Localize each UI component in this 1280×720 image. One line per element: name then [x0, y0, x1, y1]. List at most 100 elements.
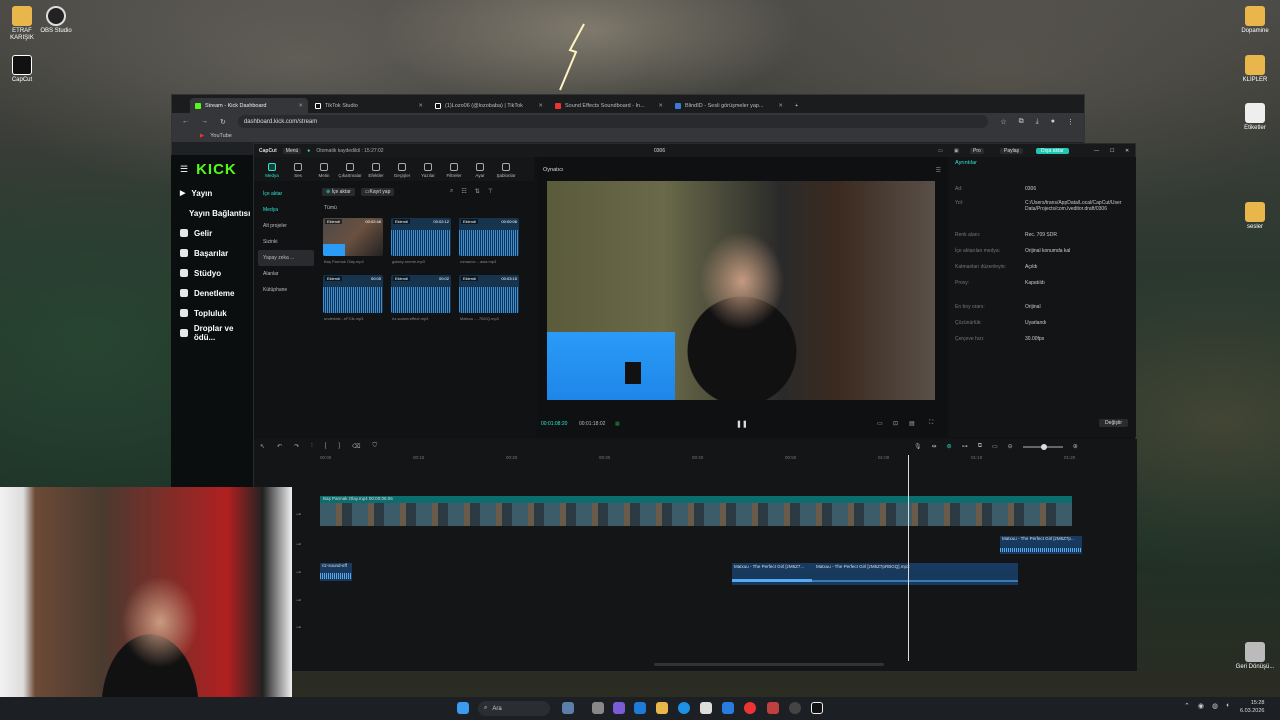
clock[interactable]: 15:28 6.03.2026 [1240, 700, 1264, 715]
pro-badge[interactable]: Pro [970, 147, 984, 154]
close-icon[interactable]: ✕ [298, 103, 303, 109]
share-button[interactable]: Paylaş [1000, 147, 1024, 154]
media-nav-ai[interactable]: Yapay zeka ... [258, 250, 314, 266]
calculator-icon[interactable] [700, 702, 712, 714]
desktop-icon-recycle-bin[interactable]: Geri Dönüşü... [1233, 642, 1277, 671]
mic-icon[interactable]: ◉ [1198, 702, 1204, 710]
kick-nav-droplar[interactable]: Droplar ve ödü... [171, 323, 256, 343]
tool-gecisler[interactable]: Geçişler [390, 163, 414, 181]
menu-button[interactable]: Menü [282, 147, 302, 154]
timecode-mode-icon[interactable]: ▦ [615, 421, 620, 427]
obs-icon[interactable] [789, 702, 801, 714]
kick-nav-basarilar[interactable]: Başarılar [171, 243, 256, 263]
close-icon[interactable]: ✕ [658, 103, 663, 109]
kick-nav-gelir[interactable]: Gelir [171, 223, 256, 243]
desktop-icon-sesler[interactable]: sesler [1233, 202, 1277, 231]
maximize-icon[interactable]: ☐ [1110, 148, 1114, 154]
pause-icon[interactable]: ❚❚ [736, 420, 748, 428]
star-icon[interactable]: ☆ [1000, 118, 1006, 126]
link-icon[interactable]: ⇹ [932, 443, 937, 450]
audio-clip-3[interactable]: Matxuu - The Perfect Girl [zM5Z7pRBGQ].m… [812, 563, 1018, 585]
capcut-taskbar-icon[interactable] [811, 702, 823, 714]
zoom-in-icon[interactable]: ⊕ [1073, 443, 1078, 450]
import-button[interactable]: ⊕ İçe aktar [322, 188, 355, 196]
bookmark-youtube[interactable]: YouTube [210, 133, 232, 139]
mic-icon[interactable]: 🎙 [914, 443, 922, 450]
task-view-icon[interactable] [592, 702, 604, 714]
sort-icon[interactable]: ⇅ [475, 188, 480, 195]
zoom-out-icon[interactable]: ⊖ [1008, 443, 1013, 450]
layout-icon[interactable]: ▭ [938, 148, 943, 154]
network-icon[interactable]: ◍ [1212, 702, 1218, 710]
tab-tiktok-profile[interactable]: (1)Lozo06 (@lozobaba) | TikTok ✕ [430, 98, 548, 113]
media-thumb-3[interactable]: Eklendi 00:00:06 [459, 218, 519, 256]
audio-clip-1[interactable]: riz-sound-eff [320, 563, 352, 581]
media-nav-spaces[interactable]: Alanlar [258, 266, 314, 282]
record-button[interactable]: ▭Kayıt yap [360, 188, 395, 196]
tool-sablonlar[interactable]: Şablonlar [494, 163, 518, 181]
kick-logo[interactable]: KICK [196, 161, 237, 178]
quality-icon[interactable]: ▤ [909, 420, 915, 427]
media-nav-yours[interactable]: Sizinki [258, 234, 314, 250]
minimize-icon[interactable]: — [1094, 148, 1099, 154]
chevron-up-icon[interactable]: ⌃ [1184, 702, 1190, 710]
media-nav-library[interactable]: Kütüphane [258, 282, 314, 298]
edge-icon[interactable] [678, 702, 690, 714]
tab-soundboard[interactable]: Sound Effects Soundboard - In... ✕ [550, 98, 668, 113]
fullscreen-icon[interactable]: ⛶ [929, 420, 933, 427]
tool-filtreler[interactable]: Filtreler [442, 163, 466, 181]
zoom-icon[interactable]: ⊡ [893, 420, 898, 427]
close-icon[interactable]: ✕ [778, 103, 783, 109]
tool-efektler[interactable]: Efektler [364, 163, 388, 181]
magnet-icon[interactable]: ⊜ [947, 443, 952, 450]
undo-icon[interactable]: ↶ [277, 443, 282, 450]
audio-track-1-icon[interactable]: ⊸ [296, 541, 301, 548]
redo-icon[interactable]: ↷ [294, 443, 299, 450]
media-nav-subprojects[interactable]: Alt projeler [258, 218, 314, 234]
kick-nav-yayin[interactable]: ▶ Yayın [171, 183, 256, 203]
chrome-icon[interactable] [744, 702, 756, 714]
explorer-icon[interactable] [656, 702, 668, 714]
filter-icon[interactable]: ⊤ [488, 188, 493, 195]
volume-icon[interactable]: ◐ [1226, 702, 1230, 710]
split-icon[interactable]: ⫶ [311, 443, 313, 450]
fit-icon[interactable]: ▭ [992, 443, 998, 450]
search-icon[interactable]: ⌕ [450, 188, 453, 195]
audio-clip-4[interactable]: Matxuu - The Perfect Girl [zM5Z7p... [1000, 536, 1082, 554]
audio-clip-2[interactable]: Matxuu - The Perfect Girl [zM5Z7... [732, 563, 812, 585]
video-track-lock-icon[interactable]: ⊸ [296, 511, 301, 518]
kick-nav-topluluk[interactable]: Topluluk [171, 303, 256, 323]
media-nav-import[interactable]: İçe aktar [258, 186, 314, 202]
tool-ses[interactable]: Ses [286, 163, 310, 181]
video-clip[interactable]: Baş Parmak Olay.mp4 00:00:06:06 [320, 496, 1072, 526]
download-icon[interactable]: ⤓ [1036, 118, 1039, 126]
tab-blindid[interactable]: BlindID - Sesli görüşmeler yap... ✕ [670, 98, 788, 113]
export-button[interactable]: Dışa aktar [1036, 147, 1069, 154]
preview-axis-icon[interactable]: ⊶ [962, 443, 968, 450]
split-right-icon[interactable]: ] [338, 443, 340, 450]
media-thumb-4[interactable]: Eklendi 00:05 [323, 275, 383, 313]
menu-icon[interactable]: ⋮ [1067, 118, 1074, 126]
desktop-icon-dopamine[interactable]: Dopamine [1233, 6, 1277, 35]
tool-ayar[interactable]: Ayar [468, 163, 492, 181]
desktop-icon-etiketler[interactable]: Etiketler [1233, 103, 1277, 132]
media-nav-medya[interactable]: Medya [258, 202, 314, 218]
profile-icon[interactable]: ● [1051, 118, 1055, 125]
tool-metin[interactable]: Metin [312, 163, 336, 181]
audio-track-3-icon[interactable]: ⊸ [296, 597, 301, 604]
split-left-icon[interactable]: [ [325, 443, 327, 450]
new-tab-button[interactable]: + [790, 98, 804, 113]
ratio-icon[interactable]: ▭ [877, 420, 883, 427]
media-thumb-1[interactable]: Eklendi 00:02:48 [323, 218, 383, 256]
back-icon[interactable]: ← [182, 118, 189, 125]
taskbar-search[interactable]: ⌕ Ara [478, 701, 550, 716]
kick-nav-studyo[interactable]: Stüdyo [171, 263, 256, 283]
tab-tiktok-studio[interactable]: TikTok Studio ✕ [310, 98, 428, 113]
close-icon[interactable]: ✕ [418, 103, 423, 109]
forward-icon[interactable]: → [201, 118, 208, 125]
audio-track-2-icon[interactable]: ⊸ [296, 569, 301, 576]
copilot-icon[interactable] [613, 702, 625, 714]
media-thumb-2[interactable]: Eklendi 00:02:12 [391, 218, 451, 256]
audio-track-4-icon[interactable]: ⊸ [296, 624, 301, 631]
kick-nav-denetleme[interactable]: Denetleme [171, 283, 256, 303]
